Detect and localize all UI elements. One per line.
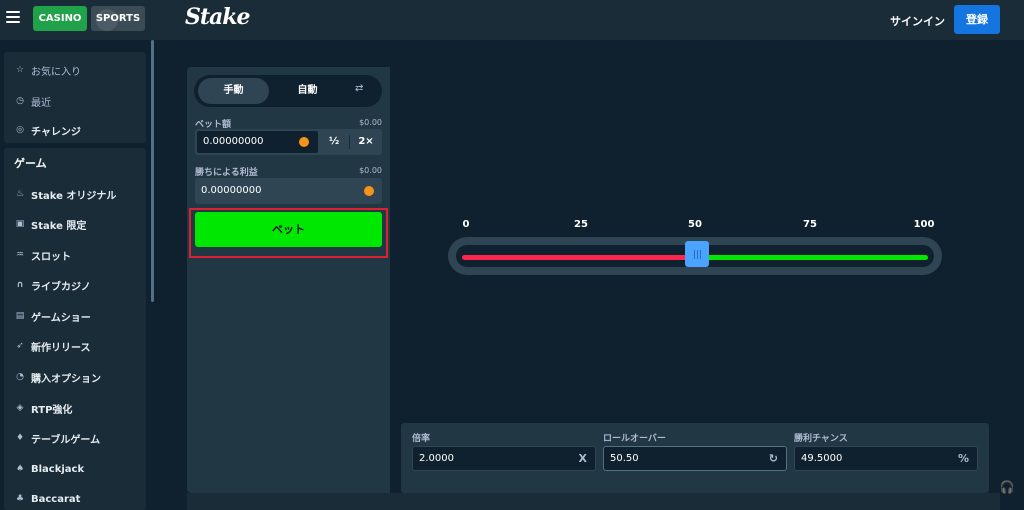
target-icon: ◎ xyxy=(16,125,24,135)
sidebar-item-label: チャレンジ xyxy=(31,126,81,138)
half-bet-button[interactable]: ½ xyxy=(319,129,349,155)
sidebar-item-live-casino[interactable]: ∩ ライブカジノ xyxy=(14,277,91,293)
sidebar-item-rtp-boost[interactable]: ◈ RTP強化 xyxy=(14,400,73,416)
coin-icon: ◔ xyxy=(16,372,24,382)
gift-icon: ▤ xyxy=(15,311,25,321)
sidebar-item-label: ライブカジノ xyxy=(31,281,91,293)
sidebar-item-label: スロット xyxy=(31,251,71,263)
bet-panel: 手動 自動 ⇄ ベット額 $0.00 0.00000000 ½ 2× 勝ちによる… xyxy=(187,67,390,493)
sports-button[interactable]: SPORTS xyxy=(91,6,145,31)
win-chance-label: 勝利チャンス xyxy=(794,434,848,444)
multiplier-label: 倍率 xyxy=(412,434,431,444)
spade-icon: ♠ xyxy=(15,464,25,474)
win-chance-value: 49.5000 xyxy=(801,453,843,464)
multiplier-value: 2.0000 xyxy=(419,453,454,464)
rocket-icon: ➶ xyxy=(16,341,24,351)
roll-over-label: ロールオーバー xyxy=(603,434,666,444)
btc-coin-icon xyxy=(299,137,309,147)
roll-over-input[interactable]: 50.50 ↻ xyxy=(603,446,787,471)
sidebar: ☆ お気に入り ◷ 最近 ◎ チャレンジ ゲーム ♨ Stake オリジナル ▣ Stak… xyxy=(0,40,155,510)
fire-icon: ♨ xyxy=(15,189,25,199)
double-bet-button[interactable]: 2× xyxy=(350,129,382,155)
multiplier-input[interactable]: 2.0000 X xyxy=(412,446,596,471)
casino-button[interactable]: CASINO xyxy=(33,6,87,31)
slider-tick-100: 100 xyxy=(913,219,935,230)
sidebar-item-label: 最近 xyxy=(31,97,51,109)
bet-button[interactable]: ベット xyxy=(195,212,382,247)
games-heading[interactable]: ゲーム xyxy=(14,155,47,171)
sidebar-item-label: RTP強化 xyxy=(31,404,73,416)
stats-bar: 倍率 2.0000 X ロールオーバー 50.50 ↻ 勝利チャンス 49.50… xyxy=(401,423,989,493)
stake-logo[interactable]: Stake xyxy=(185,4,251,30)
sidebar-games-group: ゲーム ♨ Stake オリジナル ▣ Stake 限定 ♒ スロット ∩ ライブカジノ… xyxy=(4,148,146,510)
cards-icon: ♣ xyxy=(15,494,25,504)
bet-amount-value: 0.00000000 xyxy=(203,136,264,147)
sidebar-item-label: ゲームショー xyxy=(31,312,91,324)
sidebar-item-label: Stake 限定 xyxy=(31,220,87,232)
sidebar-item-favorites[interactable]: ☆ お気に入り xyxy=(14,62,81,78)
sidebar-item-stake-exclusives[interactable]: ▣ Stake 限定 xyxy=(14,216,87,232)
dice-stage: 0 25 50 75 100 倍率 2.0000 X ロールオーバー 50.50… xyxy=(390,67,1000,493)
mode-tabs: 手動 自動 ⇄ xyxy=(194,75,382,107)
tab-auto[interactable]: 自動 xyxy=(275,78,340,104)
sidebar-item-label: Stake オリジナル xyxy=(31,190,117,202)
menu-icon[interactable] xyxy=(6,11,20,23)
sidebar-item-label: お気に入り xyxy=(31,66,81,78)
slider-tick-25: 25 xyxy=(574,219,588,230)
sidebar-item-label: 購入オプション xyxy=(31,373,101,385)
bet-amount-field: 0.00000000 ½ 2× xyxy=(195,129,382,155)
sidebar-item-stake-originals[interactable]: ♨ Stake オリジナル xyxy=(14,186,116,202)
profit-label: 勝ちによる利益 xyxy=(195,168,258,178)
sidebar-item-recent[interactable]: ◷ 最近 xyxy=(14,93,51,109)
percent-icon: % xyxy=(957,452,969,465)
top-bar: CASINO SPORTS Stake サインイン 登録 xyxy=(0,0,1024,40)
sidebar-item-baccarat[interactable]: ♣ Baccarat xyxy=(14,491,80,507)
multiplier-x-icon: X xyxy=(578,452,587,465)
sidebar-item-slots[interactable]: ♒ スロット xyxy=(14,247,71,263)
sidebar-item-challenges[interactable]: ◎ チャレンジ xyxy=(14,122,81,138)
headset-icon: ∩ xyxy=(16,280,24,290)
tab-manual[interactable]: 手動 xyxy=(198,78,269,104)
star-icon: ☆ xyxy=(15,65,25,75)
bet-amount-input[interactable]: 0.00000000 xyxy=(197,131,318,153)
chip-icon: ♦ xyxy=(15,433,25,443)
slider-tick-75: 75 xyxy=(803,219,817,230)
register-button[interactable]: 登録 xyxy=(954,5,1000,34)
sidebar-item-label: 新作リリース xyxy=(31,342,91,354)
lose-range xyxy=(462,255,698,260)
roll-over-value: 50.50 xyxy=(610,453,639,464)
slider-handle[interactable] xyxy=(685,241,710,267)
tag-icon: ◈ xyxy=(16,403,24,413)
sidebar-item-label: Baccarat xyxy=(31,493,81,505)
sidebar-item-label: Blackjack xyxy=(31,463,85,475)
refresh-icon[interactable]: ↻ xyxy=(769,452,778,465)
sidebar-item-new-releases[interactable]: ➶ 新作リリース xyxy=(14,338,91,354)
win-range xyxy=(697,255,928,260)
sidebar-item-game-shows[interactable]: ▤ ゲームショー xyxy=(14,308,91,324)
sidebar-top-group: ☆ お気に入り ◷ 最近 ◎ チャレンジ xyxy=(4,52,146,143)
clock-icon: ◷ xyxy=(16,96,24,106)
bookmark-icon: ▣ xyxy=(15,219,25,229)
sidebar-item-blackjack[interactable]: ♠ Blackjack xyxy=(14,461,84,477)
signin-button[interactable]: サインイン xyxy=(890,13,945,29)
slots-icon: ♒ xyxy=(15,250,25,260)
sidebar-item-table-games[interactable]: ♦ テーブルゲーム xyxy=(14,430,100,446)
sidebar-scrollbar-thumb[interactable] xyxy=(151,40,154,302)
profit-field: 0.00000000 xyxy=(195,178,382,204)
slider-tick-50: 50 xyxy=(688,219,702,230)
win-chance-input[interactable]: 49.5000 % xyxy=(794,446,978,471)
slider-tick-0: 0 xyxy=(462,219,470,230)
dice-game: 手動 自動 ⇄ ベット額 $0.00 0.00000000 ½ 2× 勝ちによる… xyxy=(187,67,1000,510)
support-headset-icon[interactable]: 🎧 xyxy=(994,480,1020,500)
swap-icon[interactable]: ⇄ xyxy=(355,83,363,94)
btc-coin-icon xyxy=(364,186,374,196)
profit-value: 0.00000000 xyxy=(201,185,262,196)
game-footer-bar xyxy=(187,493,1000,510)
sidebar-item-label: テーブルゲーム xyxy=(31,434,101,446)
sports-label: SPORTS xyxy=(95,13,141,24)
bet-amount-usd: $0.00 xyxy=(359,118,382,127)
profit-usd: $0.00 xyxy=(359,166,382,175)
sidebar-item-buy-options[interactable]: ◔ 購入オプション xyxy=(14,369,101,385)
